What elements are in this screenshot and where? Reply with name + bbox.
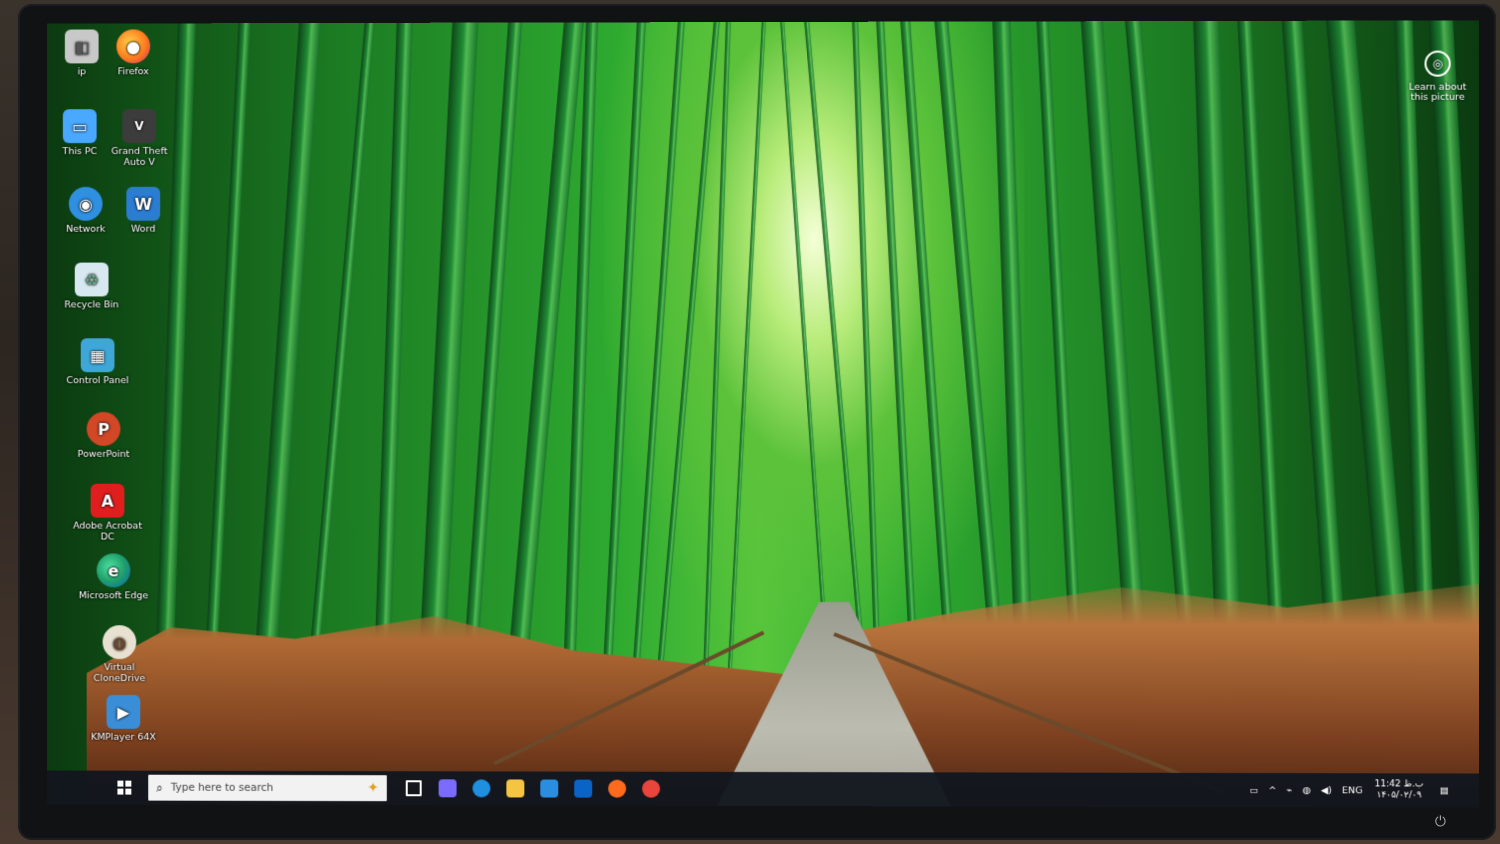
desktop-icon-powerpoint[interactable]: P PowerPoint: [67, 412, 140, 460]
copilot-taskbar-button[interactable]: [431, 771, 465, 805]
notification-icon[interactable]: ▤: [1440, 785, 1449, 796]
learn-about-label: Learn about this picture: [1408, 81, 1467, 103]
globe-icon[interactable]: ◍: [1302, 785, 1310, 796]
desktop-icon-kmplayer[interactable]: ▶ KMPlayer 64X: [87, 694, 160, 743]
desktop-icon-recycle-bin[interactable]: ♻ Recycle Bin: [55, 262, 128, 311]
desktop-icon-label: Firefox: [117, 66, 149, 78]
user-folder-icon: ◧: [64, 29, 99, 64]
desktop-icon-label: Word: [131, 223, 156, 235]
desktop-icon-label: PowerPoint: [77, 448, 130, 460]
wallpaper-bamboo-forest: [47, 20, 1479, 808]
desktop-icon-label: Recycle Bin: [64, 299, 119, 311]
copilot-icon: [438, 779, 457, 798]
clock-time: 11:42 ب.ظ: [1374, 779, 1424, 790]
computer-icon: ▭: [62, 109, 97, 144]
word-icon: W: [126, 186, 161, 221]
taskbar-apps: [397, 771, 668, 806]
edge-taskbar-icon: [472, 779, 491, 798]
chrome-taskbar-button[interactable]: [634, 772, 668, 806]
firefox-icon: ●: [116, 29, 151, 64]
firefox-taskbar-taskbar-button[interactable]: [600, 772, 634, 806]
start-button[interactable]: [107, 771, 143, 805]
camera-icon: ◎: [1424, 50, 1451, 77]
windows-logo-icon: [117, 780, 132, 795]
desktop-icon-label: Grand Theft Auto V: [111, 145, 168, 168]
outlook-taskbar-button[interactable]: [566, 772, 600, 806]
desktop-icon-word[interactable]: W Word: [107, 186, 180, 235]
search-box[interactable]: ⌕ Type here to search ✦: [148, 774, 387, 802]
gta-v-icon: V: [122, 109, 157, 144]
desktop-icon-label: Adobe Acrobat DC: [72, 520, 143, 543]
power-icon[interactable]: ⏻: [1435, 814, 1446, 830]
file-explorer-icon: [506, 779, 525, 798]
control-panel-icon: ▦: [80, 338, 115, 373]
store-icon: [540, 779, 559, 798]
desktop-icon-label: Control Panel: [66, 375, 129, 387]
taskbar: ⌕ Type here to search ✦ ▭ ^ ⌁ ◍ ◀) ENG 1…: [47, 770, 1479, 808]
desktop-icon-acrobat[interactable]: A Adobe Acrobat DC: [71, 483, 144, 543]
chevron-up-icon[interactable]: ^: [1269, 785, 1277, 796]
outlook-icon: [574, 779, 593, 798]
clock[interactable]: 11:42 ب.ظ ۱۴۰۵/۰۲/۰۹: [1375, 779, 1424, 801]
kmplayer-icon: ▶: [106, 694, 141, 729]
edge-taskbar-taskbar-button[interactable]: [465, 771, 499, 805]
recycle-bin-icon: ♻: [74, 262, 109, 297]
battery-icon[interactable]: ▭: [1249, 785, 1258, 796]
edge-icon: e: [96, 553, 131, 588]
desktop-icon-label: Virtual CloneDrive: [93, 662, 146, 685]
desktop-screen: ◧ ip ● Firefox ▭ This PC V Grand Theft A…: [47, 20, 1479, 808]
clock-date: ۱۴۰۵/۰۲/۰۹: [1376, 790, 1422, 801]
desktop-icon-control-panel[interactable]: ▦ Control Panel: [61, 338, 134, 386]
language-indicator[interactable]: ENG: [1342, 785, 1363, 796]
chrome-icon: [642, 779, 661, 798]
desktop-icon-gta-v[interactable]: V Grand Theft Auto V: [103, 109, 176, 168]
search-icon: ⌕: [156, 780, 163, 795]
desktop-icon-firefox[interactable]: ● Firefox: [97, 29, 170, 77]
desktop-icon-edge[interactable]: e Microsoft Edge: [77, 553, 150, 601]
file-explorer-taskbar-button[interactable]: [498, 771, 532, 805]
desktop-icon-label: Microsoft Edge: [78, 590, 149, 602]
task-view-taskbar-button[interactable]: [397, 771, 431, 805]
firefox-taskbar-icon: [608, 779, 627, 798]
acrobat-icon: A: [90, 483, 125, 518]
network-icon: ◉: [68, 186, 103, 221]
store-taskbar-button[interactable]: [532, 772, 566, 806]
task-view-icon: [405, 780, 422, 797]
sparkle-icon: ✦: [367, 780, 379, 797]
system-tray: ▭ ^ ⌁ ◍ ◀) ENG 11:42 ب.ظ ۱۴۰۵/۰۲/۰۹ ▤: [1239, 773, 1448, 808]
desktop-icon-clonedrive[interactable]: ◍ Virtual CloneDrive: [83, 625, 156, 684]
learn-about-picture[interactable]: ◎ Learn about this picture: [1402, 50, 1473, 103]
clonedrive-icon: ◍: [102, 625, 137, 660]
usb-icon[interactable]: ⌁: [1287, 785, 1293, 796]
search-placeholder: Type here to search: [170, 781, 274, 794]
desktop-icon-label: KMPlayer 64X: [90, 731, 156, 743]
volume-icon[interactable]: ◀): [1321, 785, 1332, 796]
powerpoint-icon: P: [86, 412, 121, 446]
